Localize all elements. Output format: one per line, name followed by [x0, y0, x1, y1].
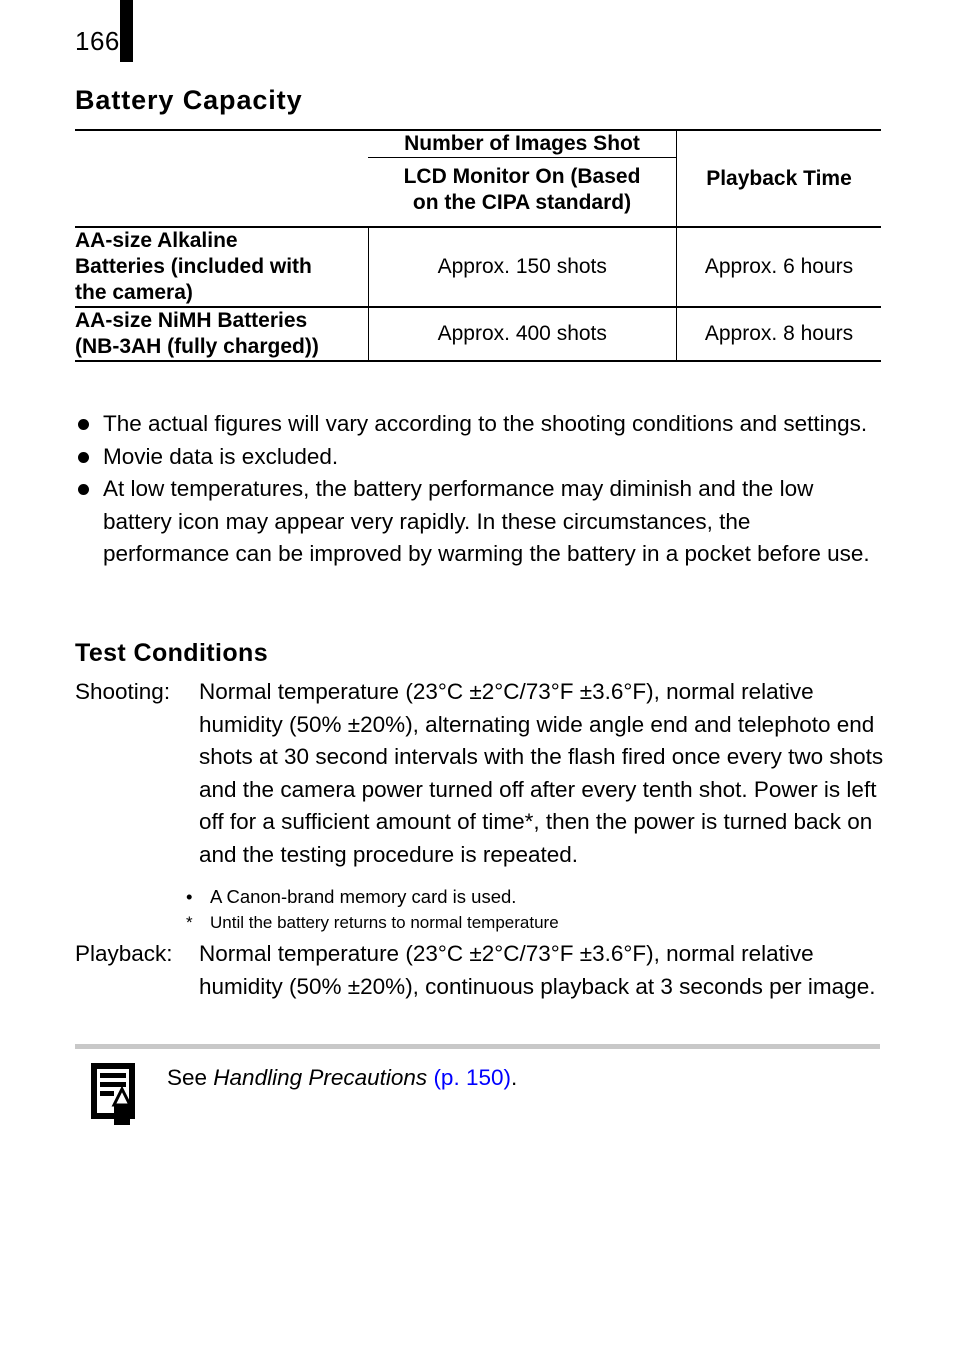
table-header-images-shot: Number of Images Shot [368, 129, 677, 158]
bullet-icon [78, 419, 89, 430]
battery-capacity-table: Number of Images Shot Playback Time LCD … [75, 129, 881, 362]
list-item-text: Movie data is excluded. [103, 443, 339, 469]
table-row-label-alkaline-line2: Batteries (included with [75, 255, 312, 278]
table-row-label-nimh-line2: (NB-3AH (fully charged)) [75, 335, 319, 358]
battery-notes-list: The actual figures will vary according t… [75, 408, 880, 571]
section-heading-battery-capacity: Battery Capacity [75, 85, 303, 115]
page-header: 166 [75, 0, 895, 64]
bullet-icon [78, 484, 89, 495]
footer-note-lead: See [167, 1065, 214, 1090]
table-row: AA-size NiMH Batteries (NB-3AH (fully ch… [75, 306, 881, 362]
table-row: AA-size Alkaline Batteries (included wit… [75, 226, 881, 307]
footer-divider [75, 1044, 880, 1049]
page-reference-link[interactable]: (p. 150) [427, 1065, 511, 1090]
bullet-marker-icon: • [186, 886, 193, 907]
definition-playback: Playback: Normal temperature (23°C ±2°C/… [75, 938, 885, 1003]
definition-term-playback: Playback: [75, 941, 173, 966]
subnote-text: A Canon-brand memory card is used. [210, 886, 517, 907]
definition-body-shooting: Normal temperature (23°C ±2°C/73°F ±3.6°… [199, 679, 884, 867]
footer-note-trailing: . [510, 1065, 518, 1090]
table-header-corner-cell [75, 129, 368, 227]
footer-note-reference-title: Handling Precautions [213, 1065, 428, 1090]
subnote-asterisk: * Until the battery returns to normal te… [186, 910, 886, 935]
note-pencil-icon [89, 1061, 145, 1127]
table-header-lcd-condition-line2: on the CIPA standard) [412, 191, 632, 214]
page-edge-marker-bar [120, 0, 133, 62]
page-number: 166 [75, 26, 120, 56]
definition-body-playback: Normal temperature (23°C ±2°C/73°F ±3.6°… [199, 941, 876, 999]
list-item: Movie data is excluded. [75, 441, 880, 474]
table-row-label-nimh: AA-size NiMH Batteries (NB-3AH (fully ch… [75, 306, 369, 362]
table-row-label-alkaline: AA-size Alkaline Batteries (included wit… [75, 226, 369, 307]
table-cell-nimh-shots: Approx. 400 shots [368, 306, 677, 362]
table-header-lcd-condition: LCD Monitor On (Based on the CIPA standa… [368, 157, 677, 227]
table-header-playback-time: Playback Time [676, 129, 881, 227]
bullet-icon [78, 451, 89, 463]
footer-note-text: See Handling Precautions (p. 150). [75, 1058, 880, 1094]
list-item: At low temperatures, the battery perform… [75, 473, 880, 571]
subnotes-list: • A Canon-brand memory card is used. * U… [186, 884, 886, 935]
table-row-label-alkaline-line3: the camera) [75, 281, 193, 304]
table-cell-alkaline-playback: Approx. 6 hours [676, 226, 881, 307]
table-header-lcd-condition-line1: LCD Monitor On (Based [403, 165, 641, 188]
footer-note: See Handling Precautions (p. 150). [75, 1058, 880, 1125]
table-header-row-primary: Number of Images Shot Playback Time [75, 129, 881, 227]
asterisk-marker-icon: * [186, 913, 193, 932]
table-cell-alkaline-shots: Approx. 150 shots [368, 226, 677, 307]
definition-term-shooting: Shooting: [75, 679, 171, 704]
subnote-memory-card: • A Canon-brand memory card is used. [186, 884, 886, 910]
table-row-label-nimh-line1: AA-size NiMH Batteries [75, 309, 308, 332]
definition-shooting: Shooting: Normal temperature (23°C ±2°C/… [75, 676, 885, 871]
list-item: The actual figures will vary according t… [75, 408, 880, 441]
section-heading-test-conditions: Test Conditions [75, 639, 269, 667]
list-item-text: The actual figures will vary according t… [103, 411, 868, 436]
list-item-text: At low temperatures, the battery perform… [103, 476, 870, 566]
subnote-text: Until the battery returns to normal temp… [210, 913, 559, 932]
table-row-label-alkaline-line1: AA-size Alkaline [75, 229, 238, 252]
table-cell-nimh-playback: Approx. 8 hours [676, 306, 881, 362]
